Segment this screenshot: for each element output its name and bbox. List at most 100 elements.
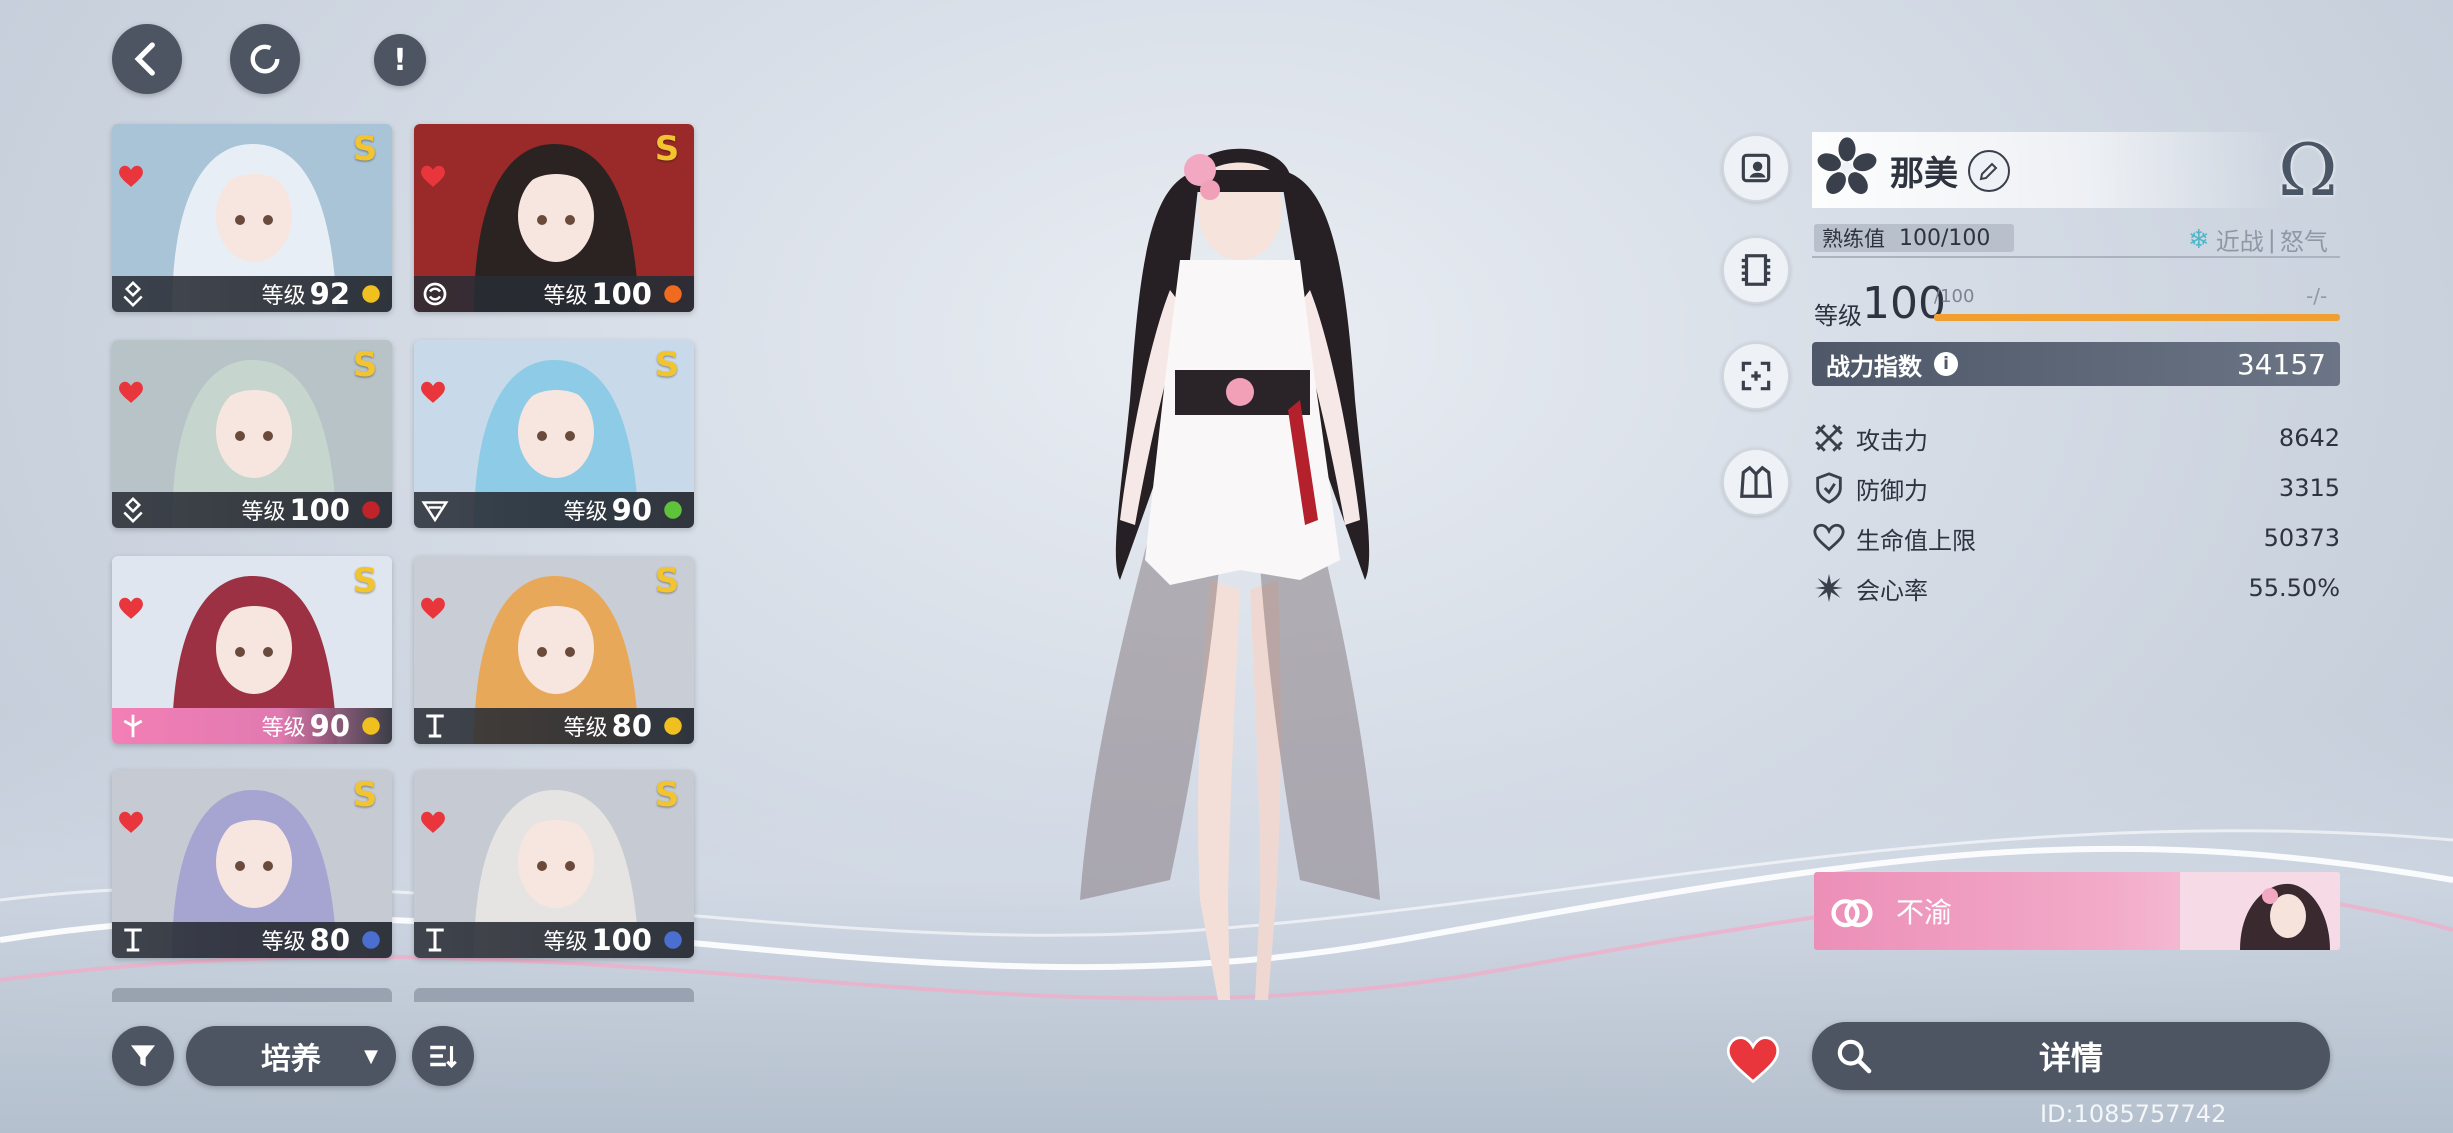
favorite-heart-icon[interactable] xyxy=(1726,1034,1780,1084)
shield-icon xyxy=(1816,472,1842,504)
character-card[interactable]: S 等级 100 xyxy=(112,340,392,528)
class-icon xyxy=(423,282,447,306)
character-card[interactable]: S 等级 80 xyxy=(112,770,392,958)
favorite-heart-icon xyxy=(421,811,445,833)
class-icon xyxy=(426,928,444,952)
info-icon: ! xyxy=(393,42,407,78)
power-label: 战力指数 xyxy=(1826,352,1922,381)
outfit-button[interactable] xyxy=(1722,448,1790,516)
burst-icon xyxy=(1814,573,1844,603)
stat-value: 3315 xyxy=(2278,474,2340,502)
back-button[interactable] xyxy=(112,24,182,94)
profile-card-icon xyxy=(1741,153,1771,183)
details-button[interactable]: 详情 xyxy=(1812,1022,2330,1090)
sakura-emblem-icon xyxy=(1817,137,1877,195)
category-label: 培养 xyxy=(261,1042,321,1077)
bond-label: 不渝 xyxy=(1896,896,1953,929)
level-value: 90 xyxy=(309,709,350,743)
stat-hp: 生命值上限 50373 xyxy=(1812,516,2340,560)
character-info-bar: 等级 100 xyxy=(414,922,694,958)
rank-s-badge: S xyxy=(654,345,680,385)
character-name: 那美 xyxy=(1890,154,1958,194)
profile-card-button[interactable] xyxy=(1722,134,1790,202)
element-icon xyxy=(362,931,380,949)
stat-value: 8642 xyxy=(2278,424,2340,452)
element-icon xyxy=(362,501,380,519)
rank-s-badge: S xyxy=(352,345,378,385)
chevron-left-icon xyxy=(134,42,155,76)
level-label: 等级 xyxy=(1814,302,1862,330)
power-value: 34157 xyxy=(2236,347,2326,381)
rank-s-badge: S xyxy=(654,775,680,815)
rings-icon xyxy=(1831,899,1873,928)
favorite-heart-icon xyxy=(119,811,143,833)
stat-label: 生命值上限 xyxy=(1856,526,1976,555)
power-info-icon[interactable]: i xyxy=(1934,352,1958,376)
level-label: 等级 xyxy=(261,284,306,309)
level-label: 等级 xyxy=(241,500,286,525)
jacket-icon xyxy=(1740,465,1772,498)
melee-tag: 近战 xyxy=(2215,228,2264,256)
sort-button[interactable] xyxy=(412,1026,474,1086)
character-card[interactable]: S 等级 100 xyxy=(414,770,694,958)
snowflake-icon: ❄ xyxy=(2188,224,2210,255)
refresh-icon xyxy=(250,44,280,74)
details-label: 详情 xyxy=(2038,1039,2103,1077)
rename-button[interactable] xyxy=(1968,150,2010,192)
power-panel: 战力指数 i 34157 xyxy=(1812,342,2340,386)
dropdown-arrow-icon: ▼ xyxy=(364,1045,378,1067)
stat-defense: 防御力 3315 xyxy=(1812,466,2340,510)
character-info-bar: 等级 100 xyxy=(414,276,694,312)
character-card[interactable]: S 等级 80 xyxy=(414,556,694,744)
name-banner xyxy=(1812,132,2282,208)
tag-divider: | xyxy=(2267,225,2276,254)
class-icon xyxy=(123,496,143,524)
element-icon xyxy=(664,285,682,303)
partial-card[interactable] xyxy=(112,988,392,1002)
stat-value: 55.50% xyxy=(2248,574,2340,602)
level-label: 等级 xyxy=(261,930,306,955)
level-value: 92 xyxy=(309,277,350,311)
level-label: 等级 xyxy=(563,716,608,741)
level-label: 等级 xyxy=(261,716,306,741)
category-dropdown[interactable]: 培养 ▼ xyxy=(186,1026,396,1086)
proficiency-label: 熟练值 xyxy=(1822,227,1885,251)
expand-icon xyxy=(1741,361,1771,391)
level-value: 80 xyxy=(611,709,652,743)
filter-button[interactable] xyxy=(112,1026,174,1086)
expand-view-button[interactable] xyxy=(1722,342,1790,410)
bond-banner[interactable]: 不渝 xyxy=(1814,872,2340,950)
stat-label: 防御力 xyxy=(1856,476,1928,505)
character-model xyxy=(1080,148,1380,1000)
film-button[interactable] xyxy=(1722,236,1790,304)
level-label: 等级 xyxy=(543,284,588,309)
level-value: 80 xyxy=(309,923,350,957)
refresh-button[interactable] xyxy=(230,24,300,94)
character-card[interactable]: S 等级 90 xyxy=(112,556,392,744)
class-icon xyxy=(426,714,444,738)
character-card[interactable]: S 等级 92 xyxy=(112,124,392,312)
favorite-heart-icon xyxy=(119,597,143,619)
element-icon xyxy=(664,501,682,519)
character-info-bar: 等级 92 xyxy=(112,276,392,312)
filter-icon xyxy=(131,1045,155,1067)
exp-bar xyxy=(1934,314,2340,321)
character-card[interactable]: S 等级 100 xyxy=(414,124,694,312)
info-button[interactable]: ! xyxy=(374,34,426,86)
bond-portrait xyxy=(2180,872,2340,950)
heart-outline-icon xyxy=(1813,523,1845,552)
level-value: 100 xyxy=(591,277,652,311)
rank-s-badge: S xyxy=(352,129,378,169)
character-card[interactable]: S 等级 90 xyxy=(414,340,694,528)
rank-s-badge: S xyxy=(654,129,680,169)
level-value: 100 xyxy=(289,493,350,527)
proficiency-badge: 熟练值 100/100 xyxy=(1814,224,2014,252)
magnifier-icon xyxy=(1837,1039,1872,1074)
class-icon xyxy=(421,501,449,523)
class-icon xyxy=(123,714,143,738)
exp-value: -/- xyxy=(2306,284,2328,308)
edit-icon xyxy=(1979,162,1998,181)
character-info-bar: 等级 100 xyxy=(112,492,392,528)
divider-line xyxy=(1812,256,2340,258)
partial-card[interactable] xyxy=(414,988,694,1002)
